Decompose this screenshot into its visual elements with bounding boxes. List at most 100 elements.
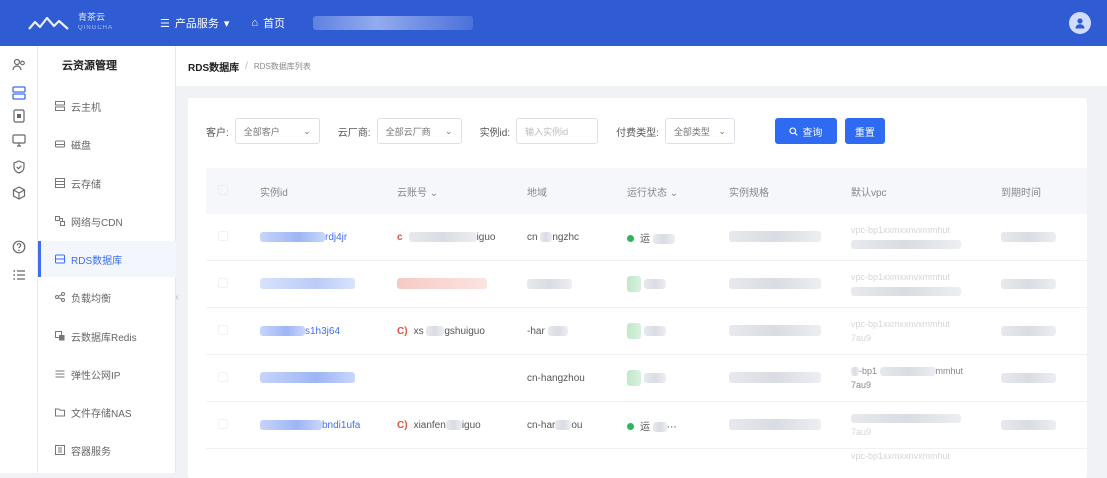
- instance-id-label: 实例id:: [479, 127, 511, 139]
- sidebar-item-container[interactable]: 容器服务: [38, 432, 176, 468]
- shield-icon[interactable]: [11, 159, 27, 175]
- instance-id-cell[interactable]: rdj4jr: [242, 232, 397, 243]
- row-checkbox[interactable]: [218, 371, 228, 382]
- column-header-vpc: 默认vpc: [851, 187, 887, 199]
- instance-id-input[interactable]: 输入实例id: [516, 118, 599, 144]
- vpc-text: vpc-bp1xxmxxnvxmmhut: [851, 451, 951, 461]
- status-text: 运: [640, 421, 650, 433]
- row-checkbox[interactable]: [218, 230, 228, 241]
- column-header-account-label: 云账号: [397, 187, 427, 199]
- sort-icon: ⌄: [429, 187, 439, 199]
- table-header: 实例id 云账号 ⌄ 地域 运行状态 ⌄ 实例规格 默认vpc 到期时间: [206, 168, 1087, 214]
- reset-button[interactable]: 重置: [844, 118, 885, 144]
- vpc-cell: vpc-bp1xxmxxnvxmmhut: [851, 223, 1001, 251]
- nav-products[interactable]: ☰ 产品服务 ▾: [160, 15, 229, 31]
- vendor-filter-label: 云厂商:: [337, 127, 371, 139]
- users-icon[interactable]: [11, 57, 27, 73]
- sidebar-item-disk[interactable]: 磁盘: [38, 126, 176, 162]
- sidebar-item-nas[interactable]: 文件存储NAS: [38, 394, 176, 430]
- column-header-account[interactable]: 云账号 ⌄: [397, 184, 527, 199]
- sidebar-item-load-balancer[interactable]: 负载均衡: [38, 279, 176, 315]
- row-checkbox[interactable]: [218, 277, 228, 288]
- home-icon: ⌂: [251, 17, 259, 29]
- rds-table: 实例id 云账号 ⌄ 地域 运行状态 ⌄ 实例规格 默认vpc 到期时间 rdj…: [206, 168, 1087, 463]
- chevron-down-icon: ⌄: [718, 125, 726, 136]
- sidebar-item-label: 云存储: [71, 179, 101, 191]
- row-checkbox[interactable]: [218, 418, 228, 429]
- pay-type-select[interactable]: 全部类型 ⌄: [664, 118, 735, 144]
- instance-id-link[interactable]: s1h3j64: [305, 326, 340, 337]
- row-checkbox[interactable]: [218, 324, 228, 335]
- cube-icon[interactable]: [11, 185, 27, 201]
- list-icon[interactable]: [11, 267, 27, 283]
- instance-id-placeholder: 输入实例id: [525, 126, 569, 137]
- avatar[interactable]: [1069, 12, 1091, 34]
- table-row[interactable]: rdj4jr c iguo cn ngzhc 运 vpc-bp1xxmxxnvxm…: [206, 214, 1087, 261]
- vpc-cell: 7au9: [851, 411, 1001, 439]
- sidebar-item-label: 容器服务: [71, 446, 111, 458]
- help-icon[interactable]: [11, 239, 27, 255]
- logo-mark-icon: [28, 16, 69, 30]
- vpc-text: vpc-bp1xxmxxnvxmmhut: [851, 225, 951, 235]
- table-row[interactable]: s1h3j64 C) xs gshuiguo -har vpc-bp1xxmxxn…: [206, 308, 1087, 355]
- table-row[interactable]: vpc-bp1xxmxxnvxmmhut: [206, 449, 1087, 463]
- sidebar-item-rds[interactable]: RDS数据库: [38, 241, 176, 277]
- nav-home[interactable]: ⌂ 首页: [251, 15, 285, 31]
- customer-select[interactable]: 全部客户 ⌄: [234, 118, 320, 144]
- table-row[interactable]: vpc-bp1xxmxxnvxmmhut: [206, 261, 1087, 308]
- sidebar-item-redis[interactable]: 云数据库Redis: [38, 318, 176, 354]
- sidebar-item-network-cdn[interactable]: 网络与CDN: [38, 203, 176, 239]
- query-button[interactable]: 查询: [774, 118, 837, 144]
- redis-icon: [55, 331, 65, 341]
- instance-id-cell[interactable]: bndi1ufa: [242, 420, 397, 431]
- filter-icon: ⌄: [669, 187, 679, 199]
- vendor-select[interactable]: 全部云厂商 ⌄: [376, 118, 462, 144]
- ip-icon: [55, 370, 65, 378]
- main-content: RDS数据库 / RDS数据库列表 客户: 全部客户 ⌄ 云厂商: 全部云厂商 …: [176, 46, 1107, 478]
- vpc-cell: vpc-bp1xxmxxnvxmmhut 7au9: [851, 317, 1001, 345]
- top-bar: 青茶云 QINGCHA ☰ 产品服务 ▾ ⌂ 首页: [0, 0, 1107, 46]
- status-cell: 运 ⋯: [627, 418, 729, 433]
- instance-id-link[interactable]: bndi1ufa: [322, 420, 360, 431]
- pay-type-label: 付费类型:: [616, 127, 659, 139]
- account-tag: C): [397, 325, 408, 337]
- column-header-status[interactable]: 运行状态 ⌄: [627, 184, 729, 199]
- nav-home-label: 首页: [263, 18, 286, 30]
- sidebar-item-cloud-host[interactable]: 云主机: [38, 88, 176, 124]
- instance-id-link[interactable]: rdj4jr: [325, 232, 347, 243]
- vpc-cell: vpc-bp1xxmxxnvxmmhut: [851, 270, 1001, 298]
- table-row[interactable]: cn-hangzhou -bp1 mmhut 7au9: [206, 355, 1087, 402]
- sidebar-item-label: 负载均衡: [71, 293, 111, 305]
- status-cell: 运: [627, 230, 729, 245]
- document-icon[interactable]: [11, 108, 27, 124]
- logo[interactable]: 青茶云 QINGCHA: [0, 0, 160, 46]
- sidebar-item-elastic-ip[interactable]: 弹性公网IP: [38, 356, 176, 392]
- region-text: cn-har: [527, 419, 556, 431]
- select-all-checkbox[interactable]: [206, 184, 242, 198]
- account-cell: c iguo: [397, 232, 527, 243]
- logo-name: 青茶云: [78, 12, 106, 22]
- sidebar-item-label: 磁盘: [71, 140, 91, 152]
- sidebar-item-label: RDS数据库: [71, 255, 123, 267]
- icon-rail: [0, 46, 38, 473]
- breadcrumb-root[interactable]: RDS数据库: [188, 59, 239, 74]
- menu-icon: ☰: [160, 17, 170, 30]
- database-icon: [55, 254, 65, 264]
- instance-id-cell[interactable]: s1h3j64: [242, 326, 397, 337]
- account-tag: c: [397, 231, 403, 243]
- user-icon: [1075, 18, 1085, 29]
- account-cell: C) xs gshuiguo: [397, 326, 527, 337]
- sidebar-title: 云资源管理: [62, 60, 117, 72]
- column-header-instance-id: 实例id: [260, 187, 288, 199]
- region-text: cn: [527, 231, 538, 243]
- account-text-head: xs: [413, 325, 424, 337]
- nav-products-label: 产品服务: [174, 18, 219, 30]
- region-text-tail: ou: [571, 419, 583, 431]
- vpc-text-tail: 7au9: [851, 380, 872, 390]
- monitor-icon[interactable]: [11, 132, 27, 148]
- chevron-down-icon: ⌄: [303, 125, 311, 136]
- cloud-resource-icon[interactable]: [11, 85, 27, 101]
- sidebar-item-cloud-storage[interactable]: 云存储: [38, 165, 176, 201]
- running-status-dot: [627, 235, 634, 243]
- table-row[interactable]: bndi1ufa C) xianfen iguo cn-har ou 运 ⋯ 7au9: [206, 402, 1087, 449]
